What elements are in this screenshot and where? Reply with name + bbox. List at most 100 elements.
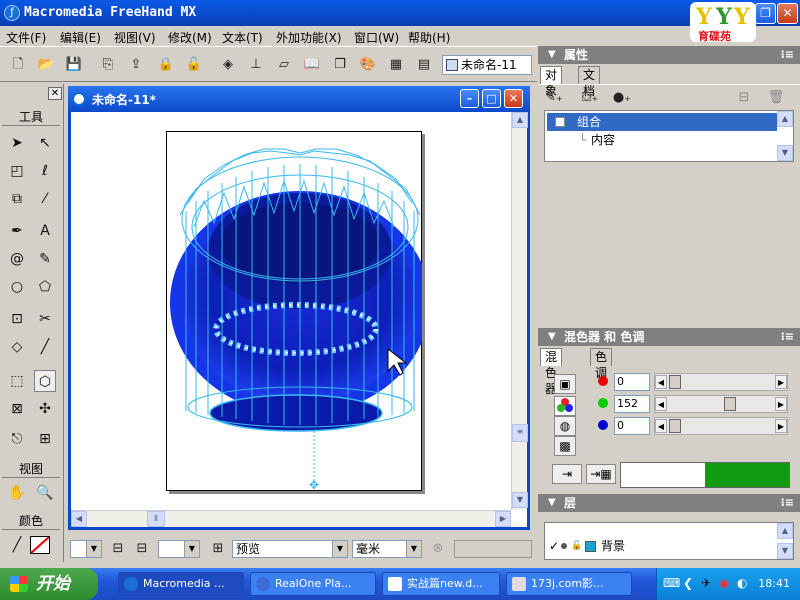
ellipse-tool-icon[interactable]: ○ <box>6 276 28 298</box>
view-mode-combo[interactable]: 预览 ▼ <box>232 540 348 558</box>
layer-dot-icon[interactable] <box>561 543 567 549</box>
menu-help[interactable]: 帮助(H) <box>408 29 450 46</box>
layer-color-swatch[interactable] <box>585 541 596 552</box>
panel-options-icon[interactable]: ⁝≡ <box>781 328 794 346</box>
layer-lock-icon[interactable]: 🔓 <box>571 537 582 555</box>
cmyk-mode-icon[interactable]: ▣ <box>554 374 576 394</box>
doc-maximize-button[interactable]: □ <box>482 89 501 108</box>
zoom-tool-icon[interactable]: 🔍 <box>34 482 56 504</box>
text-editor-icon[interactable]: ▱ <box>274 55 294 75</box>
tree-item-group[interactable]: 组合 <box>547 113 777 131</box>
lasso-tool-icon[interactable]: ℓ <box>34 160 56 182</box>
swatches-icon[interactable]: 🎨 <box>358 55 378 75</box>
scroll-left-icon[interactable]: ◀ <box>71 511 87 527</box>
blue-value-field[interactable]: 0 <box>614 417 650 435</box>
vertical-scrollbar[interactable]: ▲ ≡ ▼ <box>511 112 528 510</box>
mixer-header[interactable]: ▼ 混色器 和 色调 ⁝≡ <box>538 328 800 346</box>
layer-scroll-up-icon[interactable]: ▲ <box>777 523 793 539</box>
add-to-tints-icon[interactable]: ⇥▦ <box>586 464 616 484</box>
close-button[interactable]: ✕ <box>777 3 798 24</box>
tree-scroll-up-icon[interactable]: ▲ <box>777 111 793 127</box>
document-selector[interactable]: 未命名-11 <box>442 55 532 75</box>
zoom-combo[interactable]: ▼ <box>70 540 102 558</box>
task-realone[interactable]: RealOne Pla... <box>250 572 376 596</box>
tab-object[interactable]: 对象 <box>540 66 563 98</box>
export-icon[interactable]: ⇪ <box>126 55 146 75</box>
blue-slider-thumb[interactable] <box>669 419 681 433</box>
blend-tool-icon[interactable]: ✣ <box>34 398 56 420</box>
group-icon[interactable]: ◈ <box>218 55 238 75</box>
blue-slider[interactable]: ◀ ▶ <box>654 417 788 435</box>
group-checkbox[interactable] <box>555 117 565 127</box>
polygon-tool-icon[interactable]: ⬠ <box>34 276 56 298</box>
slider-left-icon[interactable]: ◀ <box>655 375 667 389</box>
pointer-tool-icon[interactable]: ➤ <box>6 132 28 154</box>
hls-mode-icon[interactable]: ◍ <box>554 416 576 436</box>
scale-tool-icon[interactable]: ⧉ <box>6 188 28 210</box>
units-combo[interactable]: 毫米 ▼ <box>352 540 422 558</box>
trash-icon[interactable]: 🗑 <box>766 88 786 108</box>
tab-mixer[interactable]: 混色器 <box>540 348 563 396</box>
volume-icon[interactable]: ◐ <box>737 576 747 590</box>
chart-tool-icon[interactable]: ⊞ <box>34 428 56 450</box>
tray-app-icon[interactable]: ✈ <box>701 576 711 590</box>
color-preview-well[interactable] <box>620 462 790 488</box>
red-slider-thumb[interactable] <box>669 375 681 389</box>
panel-options-icon[interactable]: ⁝≡ <box>781 46 794 64</box>
layers-header[interactable]: ▼ 层 ⁝≡ <box>538 494 800 512</box>
pen-tool-icon[interactable]: ✒ <box>6 220 28 242</box>
scroll-down-icon[interactable]: ▼ <box>512 492 528 508</box>
page-number-combo[interactable]: ▼ <box>158 540 200 558</box>
brush-tool-icon[interactable]: ╱ <box>34 336 56 358</box>
green-slider[interactable]: ◀ ▶ <box>654 395 788 413</box>
stroke-color-icon[interactable]: ╱ <box>6 534 28 556</box>
add-page-icon[interactable]: ⊞ <box>208 539 228 559</box>
keyboard-icon[interactable]: ⌨ <box>663 576 680 590</box>
subselect-tool-icon[interactable]: ↖ <box>34 132 56 154</box>
menu-modify[interactable]: 修改(M) <box>168 29 212 46</box>
start-button[interactable]: 开始 <box>0 568 98 600</box>
hand-tool-icon[interactable]: ✋ <box>6 482 28 504</box>
extrude-tool-icon[interactable]: ⊠ <box>6 398 28 420</box>
slider-left-icon[interactable]: ◀ <box>655 397 667 411</box>
red-value-field[interactable]: 0 <box>614 373 650 391</box>
envelope-tool-icon[interactable]: ⬡ <box>34 370 56 392</box>
slider-right-icon[interactable]: ▶ <box>775 419 787 433</box>
menu-xtras[interactable]: 外加功能(X) <box>276 29 342 46</box>
add-fill-icon[interactable]: ⛋₊ <box>580 88 600 108</box>
green-value-field[interactable]: 152 <box>614 395 650 413</box>
tools-close-icon[interactable]: ✕ <box>48 87 62 100</box>
scroll-up-icon[interactable]: ▲ <box>512 112 528 128</box>
system-color-icon[interactable]: ▩ <box>554 436 576 456</box>
add-effect-icon[interactable]: ●₊ <box>612 88 632 108</box>
panel-options-icon[interactable]: ⁝≡ <box>781 494 794 512</box>
save-icon[interactable]: 💾 <box>64 55 84 75</box>
menu-window[interactable]: 窗口(W) <box>354 29 399 46</box>
rgb-mode-icon[interactable] <box>554 396 576 416</box>
scroll-right-icon[interactable]: ▶ <box>495 511 511 527</box>
cup-artwork[interactable]: ✥ <box>166 131 422 491</box>
green-slider-thumb[interactable] <box>724 397 736 411</box>
doc-close-button[interactable]: ✕ <box>504 89 523 108</box>
new-file-icon[interactable]: 🗋 <box>8 55 28 75</box>
tab-tint[interactable]: 色调 <box>590 348 613 380</box>
lock-icon[interactable]: 🔒 <box>156 55 176 75</box>
pencil-tool-icon[interactable]: ✎ <box>34 248 56 270</box>
task-freehand[interactable]: Macromedia ... <box>118 572 244 596</box>
tree-item-contents[interactable]: └ 内容 <box>547 131 777 149</box>
slider-left-icon[interactable]: ◀ <box>655 419 667 433</box>
symbols-icon[interactable]: ❐ <box>330 55 350 75</box>
tray-expand-icon[interactable]: ❮ <box>683 576 693 590</box>
horizontal-scroll-thumb[interactable]: ⦀ <box>147 511 165 527</box>
horizontal-scrollbar[interactable]: ◀ ⦀ ▶ <box>71 510 511 527</box>
menu-view[interactable]: 视图(V) <box>114 29 156 46</box>
task-word-doc[interactable]: 实战篇new.d... <box>382 572 500 596</box>
connector-tool-icon[interactable]: ⎋ <box>6 428 28 450</box>
cancel-render-icon[interactable]: ⊗ <box>428 539 448 559</box>
duplicate-attribute-icon[interactable]: ⊟ <box>734 88 754 108</box>
slider-right-icon[interactable]: ▶ <box>775 375 787 389</box>
eraser-tool-icon[interactable]: ◇ <box>6 336 28 358</box>
antivirus-icon[interactable]: ◉ <box>719 576 729 590</box>
menu-text[interactable]: 文本(T) <box>222 29 263 46</box>
properties-header[interactable]: ▼ 属性 ⁝≡ <box>538 46 800 64</box>
